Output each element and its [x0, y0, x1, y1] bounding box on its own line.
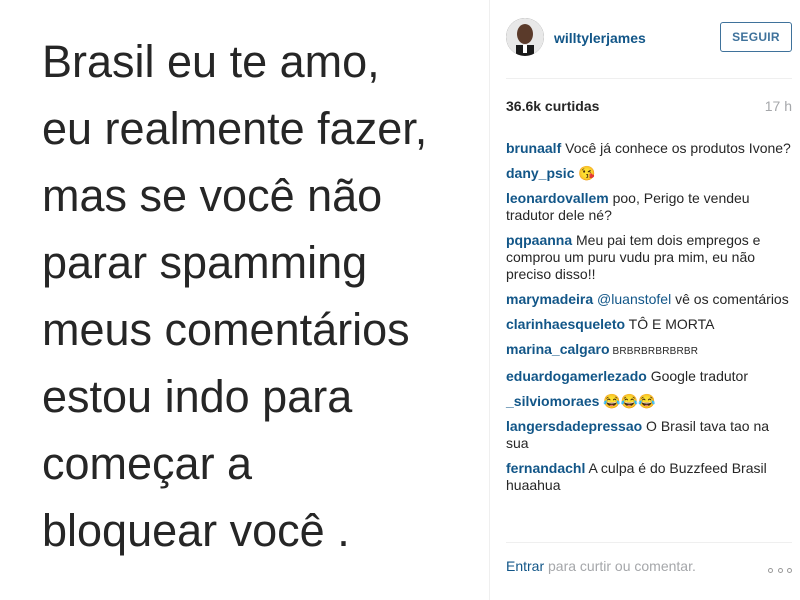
comment-item: marina_calgaro BRBRBRBRBRBR — [506, 341, 792, 360]
comment-item: marymadeira @luanstofel vê os comentário… — [506, 291, 792, 308]
comment-text: 😘 — [574, 165, 596, 181]
comment-item: leonardovallem poo, Perigo te vendeu tra… — [506, 190, 792, 224]
comment-item: brunaalf Você já conhece os produtos Ivo… — [506, 140, 792, 157]
comment-user[interactable]: marina_calgaro — [506, 341, 610, 357]
comment-text: Você já conhece os produtos Ivone? — [561, 140, 791, 156]
likes-count[interactable]: 36.6k curtidas — [506, 98, 599, 114]
comment-item: langersdadepressao O Brasil tava tao na … — [506, 418, 792, 452]
image-text-line: bloquear você . — [42, 505, 350, 556]
comment-user[interactable]: marymadeira — [506, 291, 593, 307]
login-link[interactable]: Entrar — [506, 558, 544, 574]
comment-item: clarinhaesqueleto TÔ E MORTA — [506, 316, 792, 333]
comment-user[interactable]: dany_psic — [506, 165, 574, 181]
follow-button[interactable]: SEGUIR — [720, 22, 792, 52]
image-text-line: começar a — [42, 438, 253, 489]
image-text-line: meus comentários — [42, 304, 410, 355]
comment-user[interactable]: fernandachl — [506, 460, 585, 476]
comment-text: vê os comentários — [671, 291, 789, 307]
comment-user[interactable]: brunaalf — [506, 140, 561, 156]
post-image: Brasil eu te amo, eu realmente fazer, ma… — [0, 0, 490, 600]
comment-text: TÔ E MORTA — [625, 316, 715, 332]
image-text-line: mas se você não — [42, 170, 383, 221]
comment-text: 😂😂😂 — [599, 393, 656, 409]
comment-user[interactable]: eduardogamerlezado — [506, 368, 647, 384]
comment-user[interactable]: pqpaanna — [506, 232, 572, 248]
comment-item: fernandachl A culpa é do Buzzfeed Brasil… — [506, 460, 792, 494]
comment-mention[interactable]: @luanstofel — [593, 291, 671, 307]
login-prompt-text: para curtir ou comentar. — [544, 558, 696, 574]
post-sidebar: willtylerjames SEGUIR 36.6k curtidas 17 … — [490, 0, 800, 600]
comments-list: brunaalf Você já conhece os produtos Ivo… — [506, 140, 792, 502]
post-time[interactable]: 17 h — [765, 98, 792, 114]
avatar[interactable] — [506, 18, 544, 56]
login-prompt: Entrar para curtir ou comentar. — [506, 558, 696, 574]
comment-item: pqpaanna Meu pai tem dois empregos e com… — [506, 232, 792, 283]
image-text-line: parar spamming — [42, 237, 368, 288]
comment-user[interactable]: leonardovallem — [506, 190, 609, 206]
comment-user[interactable]: _silviomoraes — [506, 393, 599, 409]
more-options-icon[interactable] — [768, 565, 792, 575]
comment-item: dany_psic 😘 — [506, 165, 792, 182]
image-text-line: estou indo para — [42, 371, 353, 422]
comment-text: BRBRBRBRBRBR — [609, 346, 699, 357]
image-text-line: eu realmente fazer, — [42, 103, 428, 154]
comment-user[interactable]: clarinhaesqueleto — [506, 316, 625, 332]
comment-user[interactable]: langersdadepressao — [506, 418, 642, 434]
post-image-text: Brasil eu te amo, eu realmente fazer, ma… — [42, 28, 482, 564]
divider — [506, 78, 792, 79]
username-link[interactable]: willtylerjames — [554, 30, 646, 46]
image-text-line: Brasil eu te amo, — [42, 36, 380, 87]
avatar-image — [506, 18, 544, 56]
comment-text: Google tradutor — [646, 368, 748, 384]
divider — [506, 542, 792, 543]
post-header: willtylerjames SEGUIR — [490, 0, 800, 78]
comment-item: eduardogamerlezado Google tradutor — [506, 368, 792, 385]
comment-item: _silviomoraes 😂😂😂 — [506, 393, 792, 410]
